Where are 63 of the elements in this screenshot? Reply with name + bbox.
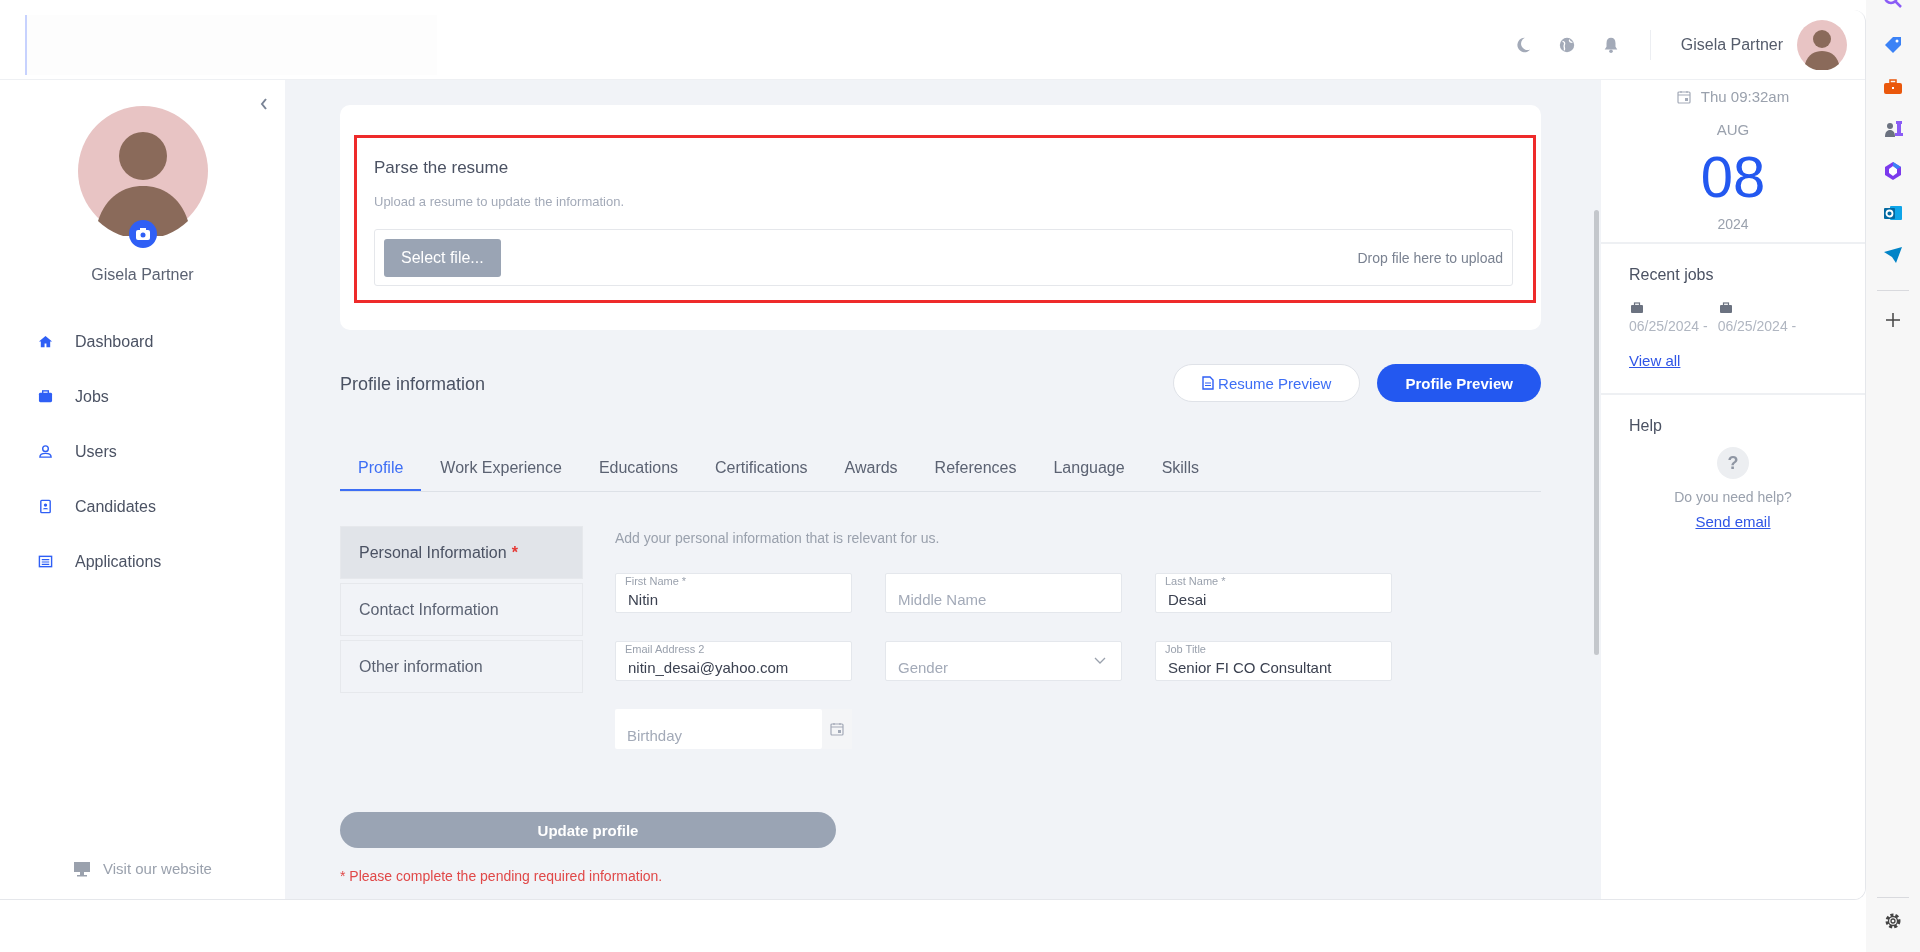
- section-title: Parse the resume: [374, 158, 510, 178]
- camera-icon[interactable]: [128, 220, 157, 248]
- tab[interactable]: Language: [1035, 459, 1143, 491]
- dropdown-field[interactable]: Gender: [885, 641, 1122, 681]
- form-intro: Add your personal information that is relevant for us.: [615, 530, 941, 546]
- globe-icon[interactable]: [1557, 35, 1576, 54]
- help-icon: ?: [1717, 447, 1749, 479]
- tab[interactable]: Profile: [340, 459, 422, 491]
- section-item[interactable]: Other information: [340, 640, 583, 693]
- section-item[interactable]: Contact Information: [340, 583, 583, 636]
- avatar-icon: [77, 106, 208, 236]
- calendar-icon[interactable]: [830, 722, 844, 736]
- field-label: Job Title: [1165, 643, 1206, 655]
- contact-card-icon: [38, 499, 53, 514]
- nav-item[interactable]: Dashboard: [0, 314, 285, 369]
- field-label: Last Name *: [1165, 575, 1226, 587]
- section-title: Help: [1629, 417, 1662, 435]
- section-item[interactable]: Personal Information *: [340, 526, 583, 579]
- nav-item[interactable]: Applications: [0, 534, 285, 589]
- view-all-link[interactable]: View all: [1629, 352, 1681, 369]
- monitor-icon: [73, 860, 91, 877]
- drop-hint: Drop file here to upload: [1357, 249, 1503, 266]
- section-subtitle: Upload a resume to update the information.: [374, 194, 626, 209]
- section-title: Profile information: [340, 374, 486, 395]
- year-label: 2024: [1717, 216, 1749, 232]
- drop-zone[interactable]: Select file... Drop file here to upload: [374, 229, 1513, 286]
- scrollbar[interactable]: [1594, 210, 1599, 655]
- error-message: * Please complete the pending required information.: [340, 868, 664, 884]
- tab[interactable]: Educations: [580, 459, 697, 491]
- tab[interactable]: References: [916, 459, 1035, 491]
- swirl-icon[interactable]: [1882, 160, 1904, 182]
- section-title: Recent jobs: [1629, 266, 1714, 284]
- user-name[interactable]: Gisela Partner: [1680, 35, 1783, 54]
- resume-preview-button[interactable]: Resume Preview: [1173, 364, 1361, 402]
- avatar-icon[interactable]: [1797, 19, 1847, 70]
- briefcase-icon: [38, 389, 53, 404]
- field-label: Email Address 2: [625, 643, 705, 655]
- day-number: 08: [1700, 148, 1766, 206]
- date-field[interactable]: Birthday: [615, 709, 822, 749]
- tab[interactable]: Skills: [1143, 459, 1217, 491]
- chevron-down-icon: [1094, 657, 1106, 665]
- home-icon: [38, 334, 53, 349]
- nav-item[interactable]: Jobs: [0, 369, 285, 424]
- list-icon: [38, 554, 53, 569]
- briefcase-icon: [1718, 302, 1733, 314]
- send-email-link[interactable]: Send email: [1695, 513, 1771, 530]
- field-label: First Name *: [625, 575, 687, 587]
- tab[interactable]: Certifications: [697, 459, 826, 491]
- tab[interactable]: Work Experience: [422, 459, 580, 491]
- tab[interactable]: Awards: [826, 459, 916, 491]
- help-text: Do you need help?: [1674, 489, 1792, 505]
- input-field[interactable]: Middle Name: [885, 573, 1122, 613]
- nav-item[interactable]: Users: [0, 424, 285, 479]
- briefcase-icon: [1630, 302, 1644, 314]
- month-label: AUG: [1716, 121, 1750, 138]
- user-icon: [38, 444, 53, 459]
- calendar-icon: [1676, 89, 1691, 104]
- clock-text: Thu 09:32am: [1700, 88, 1790, 105]
- profile-preview-button[interactable]: Profile Preview: [1377, 364, 1541, 402]
- nav-item[interactable]: Candidates: [0, 479, 285, 534]
- user-name: Gisela Partner: [91, 266, 194, 284]
- chevron-left-icon[interactable]: [259, 97, 269, 111]
- document-icon: [1202, 376, 1215, 390]
